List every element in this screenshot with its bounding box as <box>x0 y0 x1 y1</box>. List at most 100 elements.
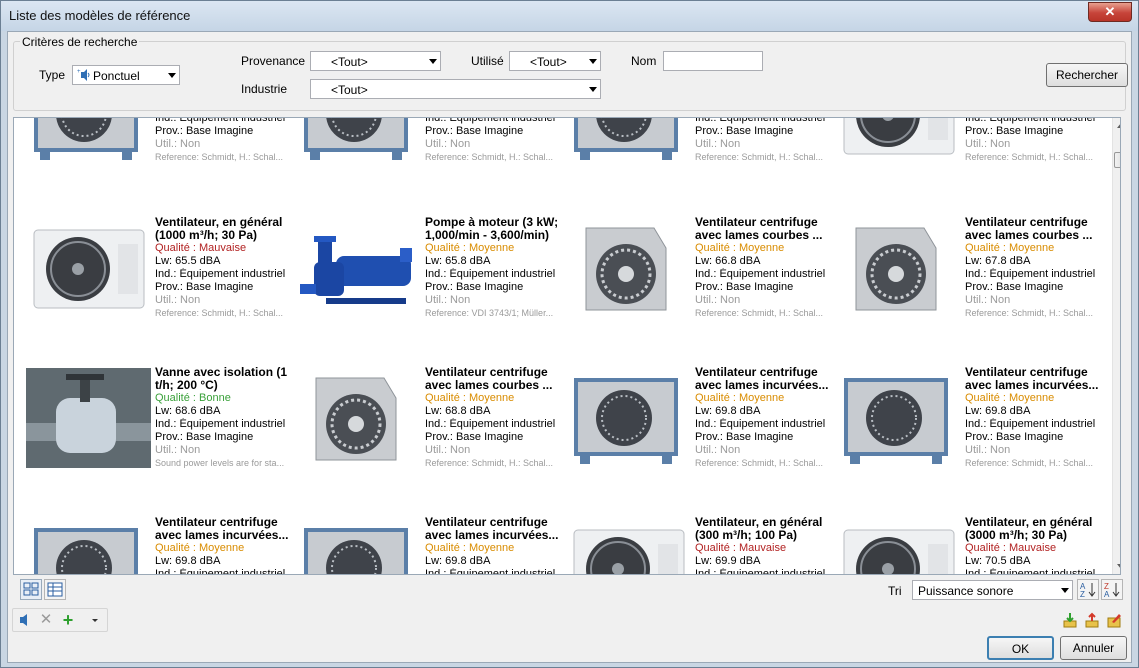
model-thumbnail <box>26 368 151 478</box>
cancel-button[interactable]: Annuler <box>1060 636 1127 660</box>
model-thumbnail <box>296 368 421 478</box>
model-card[interactable]: Pompe à moteur (3 kW; 1,000/min - 3,600/… <box>296 216 566 342</box>
model-quality: Qualité : Mauvaise <box>695 542 787 554</box>
model-card[interactable]: Ventilateur centrifuge avec lames courbe… <box>836 216 1106 342</box>
model-industry: Ind.: Équipement industriel <box>425 418 556 430</box>
model-provenance: Prov.: Base Imagine <box>155 431 254 443</box>
model-thumbnail <box>26 118 151 174</box>
model-card[interactable]: Ventilateur, en général (300 m³/h; 100 P… <box>566 516 836 574</box>
model-usage: Util.: Non <box>695 444 741 456</box>
svg-text:+: + <box>77 69 81 75</box>
model-card[interactable]: Ventilateur, en général (3000 m³/h; 30 P… <box>836 516 1106 575</box>
export-icon[interactable] <box>1084 612 1100 628</box>
model-quality: Qualité : Moyenne <box>695 242 785 254</box>
search-button[interactable]: Rechercher <box>1046 63 1128 87</box>
model-thumbnail <box>296 218 421 328</box>
model-title: Ventilateur centrifuge avec lames incurv… <box>695 366 829 392</box>
thumbnail-view-button[interactable] <box>20 579 42 600</box>
model-lw: Lw: 69.8 dBA <box>695 405 761 417</box>
model-card[interactable]: Ventilateur centrifuge avec lames incurv… <box>566 366 836 492</box>
model-reference: Reference: Schmidt, H.: Schal... <box>695 152 824 162</box>
model-card[interactable]: Vanne avec isolation (1 t/h; 200 °C) Qual… <box>26 366 296 492</box>
model-industry: Ind.: Équipement industriel <box>155 418 286 430</box>
nom-input[interactable] <box>663 51 763 71</box>
model-provenance: Prov.: Base Imagine <box>695 125 794 137</box>
model-lw: Lw: 69.8 dBA <box>155 555 221 567</box>
model-title: Ventilateur centrifuge avec lames incurv… <box>155 516 289 542</box>
point-source-icon[interactable] <box>16 612 32 628</box>
provenance-select-value: <Tout> <box>331 55 368 69</box>
sort-ascending-button[interactable]: AZ <box>1077 579 1099 600</box>
model-card[interactable]: Ventilateur centrifuge avec lames incurv… <box>836 366 1106 492</box>
model-card[interactable]: Ventilateur centrifuge avec lames courbe… <box>296 366 566 492</box>
model-reference: Reference: Schmidt, H.: Schal... <box>695 308 824 318</box>
close-button[interactable]: ✕ <box>1088 2 1132 22</box>
model-industry: Ind.: Équipement industriel <box>965 268 1096 280</box>
dialog-body: Critères de recherche Type + Ponctuel Pr… <box>7 31 1132 663</box>
utilise-select[interactable]: <Tout> <box>509 51 601 71</box>
model-card[interactable]: Ventilateur centrifuge avec lames incurv… <box>26 516 296 574</box>
model-title: Ventilateur, en général (1000 m³/h; 30 P… <box>155 216 283 242</box>
model-thumbnail <box>566 368 691 478</box>
utilise-label: Utilisé <box>471 54 504 68</box>
model-thumbnail <box>836 518 961 574</box>
model-title: Vanne avec isolation (1 t/h; 200 °C) <box>155 366 288 392</box>
model-usage: Util.: Non <box>155 294 201 306</box>
model-title: Ventilateur centrifuge avec lames courbe… <box>425 366 553 392</box>
model-lw: Lw: 70.5 dBA <box>965 555 1031 567</box>
provenance-select[interactable]: <Tout> <box>310 51 441 71</box>
chevron-down-icon <box>429 59 437 64</box>
edit-icon[interactable] <box>1106 612 1122 628</box>
model-thumbnail <box>296 118 421 174</box>
model-thumbnail <box>836 118 961 174</box>
model-usage: Util.: Non <box>425 294 471 306</box>
delete-icon[interactable]: ✕ <box>38 612 54 628</box>
model-provenance: Prov.: Base Imagine <box>965 125 1064 137</box>
chevron-down-icon <box>589 59 597 64</box>
svg-text:A: A <box>1104 590 1110 599</box>
model-industry: Ind.: Équipement industriel <box>965 117 1096 124</box>
model-title: Ventilateur centrifuge avec lames courbe… <box>965 216 1093 242</box>
point-source-icon: + <box>77 68 91 82</box>
industrie-select[interactable]: <Tout> <box>310 79 601 99</box>
model-thumbnail <box>836 368 961 478</box>
model-card[interactable]: Ventilateur centrifuge avec lames incurv… <box>296 516 566 574</box>
provenance-label: Provenance <box>241 54 306 68</box>
model-provenance: Prov.: Base Imagine <box>425 431 524 443</box>
model-card[interactable]: Ventilateur, en général (1000 m³/h; 30 P… <box>26 216 296 342</box>
model-thumbnail <box>26 218 151 328</box>
industrie-select-value: <Tout> <box>331 83 368 97</box>
model-card[interactable]: Ventilateur centrifuge avec lames courbe… <box>566 216 836 342</box>
model-title: Pompe à moteur (3 kW; 1,000/min - 3,600/… <box>425 216 559 242</box>
sort-select[interactable]: Puissance sonore <box>912 580 1073 600</box>
model-usage: Util.: Non <box>965 444 1011 456</box>
model-usage: Util.: Non <box>695 294 741 306</box>
add-icon[interactable]: + <box>60 611 76 629</box>
model-thumbnail <box>566 118 691 174</box>
model-lw: Lw: 69.9 dBA <box>695 555 761 567</box>
scroll-up-icon[interactable] <box>1117 123 1120 128</box>
scroll-thumb[interactable] <box>1114 152 1120 168</box>
utilise-select-value: <Tout> <box>530 55 567 69</box>
chevron-down-icon <box>1061 588 1069 593</box>
ok-button[interactable]: OK <box>987 636 1054 660</box>
sort-descending-button[interactable]: ZA <box>1101 579 1123 600</box>
model-industry: Ind.: Équipement industriel <box>695 117 826 124</box>
model-usage: Util.: Non <box>425 444 471 456</box>
table-view-button[interactable] <box>44 579 66 600</box>
type-select[interactable]: + Ponctuel <box>72 65 180 85</box>
table-icon <box>47 582 63 597</box>
results-grid[interactable]: Ind.: Équipement industriel Prov.: Base I… <box>13 117 1121 575</box>
scroll-down-icon[interactable] <box>1117 564 1120 569</box>
model-reference: Sound power levels are for sta... <box>155 458 285 468</box>
model-thumbnail <box>566 218 691 328</box>
model-industry: Ind.: Équipement industriel <box>965 568 1096 575</box>
model-provenance: Prov.: Base Imagine <box>695 281 794 293</box>
model-thumbnail <box>26 518 151 574</box>
import-icon[interactable] <box>1062 612 1078 628</box>
vertical-scrollbar[interactable] <box>1112 118 1120 574</box>
chevron-down-icon[interactable] <box>90 612 100 628</box>
title-bar: Liste des modèles de référence ✕ <box>1 1 1138 31</box>
model-industry: Ind.: Équipement industriel <box>155 268 286 280</box>
model-quality: Qualité : Moyenne <box>425 542 515 554</box>
